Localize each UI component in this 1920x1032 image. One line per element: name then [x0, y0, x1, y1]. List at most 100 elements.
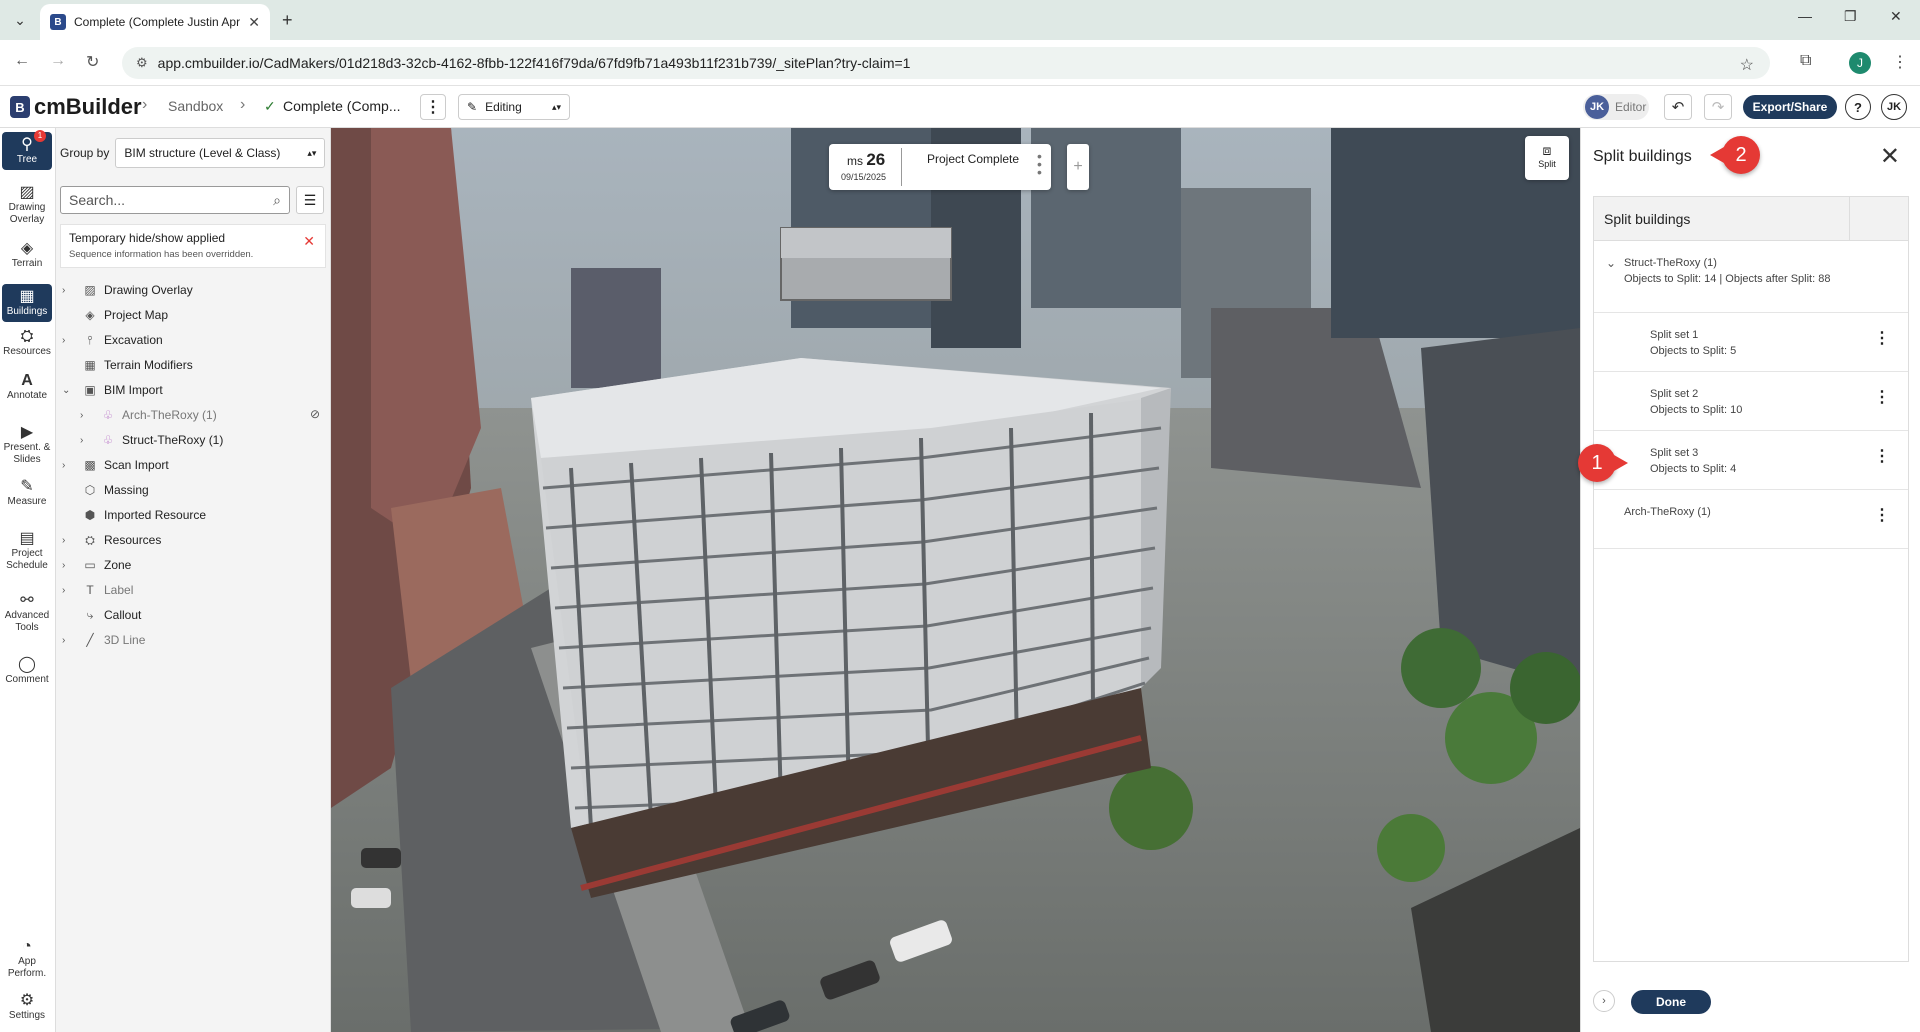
rail-presentation[interactable]: ▶ Present. & Slides [2, 424, 52, 466]
bookmark-star-icon[interactable]: ☆ [1740, 55, 1754, 75]
split-group-arch[interactable]: Arch-TheRoxy (1) ⋮ [1594, 490, 1908, 549]
search-input[interactable]: Search... ⌕ [60, 186, 290, 214]
browser-menu-icon[interactable]: ⋮ [1892, 52, 1908, 72]
account-button[interactable]: JK [1881, 94, 1907, 120]
tree-item-drawing-overlay[interactable]: › ▨ Drawing Overlay [62, 280, 193, 300]
comment-icon: ◯ [18, 656, 36, 673]
chevron-right-icon[interactable]: › [62, 460, 76, 471]
user-role: Editor [1615, 100, 1647, 114]
close-tab-icon[interactable]: ✕ [248, 14, 260, 31]
callout-marker-1: 1 [1578, 444, 1628, 482]
more-vertical-icon[interactable]: ⋮ [1874, 449, 1890, 465]
tree-item-bim-import[interactable]: ⌄ ▣ BIM Import [62, 380, 163, 400]
split-set-row[interactable]: Split set 3 Objects to Split: 4 ⋮ [1594, 431, 1908, 490]
more-vertical-icon[interactable]: ⋮ [1874, 390, 1890, 406]
tree-item-project-map[interactable]: ◈ Project Map [62, 305, 168, 325]
rail-annotate[interactable]: A Annotate [2, 372, 52, 402]
browser-tab[interactable]: B Complete (Complete Justin Apr ✕ [40, 4, 270, 40]
hidden-visibility-icon[interactable]: ⊘ [310, 407, 320, 421]
split-set-row[interactable]: Split set 1 Objects to Split: 5 ⋮ [1594, 313, 1908, 372]
clear-override-icon[interactable]: ✕ [303, 233, 315, 250]
project-menu-button[interactable]: ⋮ [420, 94, 446, 120]
group-by-select[interactable]: BIM structure (Level & Class) ▴▾ [115, 138, 326, 168]
tree-item-label[interactable]: › T Label [62, 580, 133, 600]
tree-item-zone[interactable]: › ▭ Zone [62, 555, 131, 575]
pencil-icon: ✎ [467, 100, 478, 114]
forward-icon[interactable]: → [50, 52, 66, 70]
split-group-struct[interactable]: ⌄ Struct-TheRoxy (1) Objects to Split: 1… [1594, 241, 1908, 313]
chevron-right-icon[interactable]: › [62, 560, 76, 571]
rail-tree[interactable]: ⚲ Tree 1 [2, 130, 52, 170]
mode-label: Editing [485, 100, 522, 114]
tree-item-label: Project Map [104, 308, 169, 322]
back-icon[interactable]: ← [14, 52, 30, 70]
chevron-down-icon[interactable]: ⌄ [62, 385, 76, 396]
tree-item-3d-line[interactable]: › ╱ 3D Line [62, 630, 145, 650]
chevron-right-icon[interactable]: › [80, 435, 94, 446]
restore-icon[interactable]: ❐ [1844, 8, 1857, 25]
address-bar[interactable]: ⚙ app.cmbuilder.io/CadMakers/01d218d3-32… [122, 47, 1770, 79]
split-set-detail: Objects to Split: 4 [1650, 463, 1737, 475]
chevron-right-icon[interactable]: › [62, 535, 76, 546]
chevron-right-icon[interactable]: › [62, 585, 76, 596]
more-vertical-icon[interactable]: • • • [1037, 149, 1042, 179]
rail-measure[interactable]: ✎ Measure [2, 478, 52, 508]
tree-item-struct-theroxy[interactable]: › ♧ Struct-TheRoxy (1) [80, 430, 223, 450]
sequence-milestone-card[interactable]: ms 26 09/15/2025 Project Complete • • • [829, 144, 1051, 190]
tree-item-excavation[interactable]: › ⫯ Excavation [62, 330, 163, 350]
site-info-icon[interactable]: ⚙ [136, 55, 148, 71]
chevron-right-icon[interactable]: › [62, 335, 76, 346]
chevron-down-icon[interactable]: ⌄ [1606, 255, 1616, 271]
close-icon[interactable]: ✕ [1880, 142, 1900, 171]
done-button[interactable]: Done [1631, 990, 1711, 1014]
breadcrumb-current[interactable]: Complete (Comp... [283, 98, 400, 114]
filter-list-button[interactable]: ☰ [296, 186, 324, 214]
new-tab-icon[interactable]: + [282, 10, 293, 31]
more-vertical-icon[interactable]: ⋮ [1874, 508, 1890, 524]
user-presence[interactable]: JK Editor [1583, 94, 1649, 120]
more-vertical-icon[interactable]: ⋮ [1874, 331, 1890, 347]
tab-search-chevron-icon[interactable]: ⌄ [8, 8, 32, 32]
breadcrumb-sandbox[interactable]: Sandbox [168, 98, 223, 114]
tree-item-imported-resource[interactable]: ⬢ Imported Resource [62, 505, 206, 525]
rail-drawing-overlay[interactable]: ▨ Drawing Overlay [2, 184, 52, 226]
export-share-button[interactable]: Export/Share [1743, 95, 1837, 119]
tree-item-terrain-modifiers[interactable]: ▦ Terrain Modifiers [62, 355, 192, 375]
mode-select[interactable]: ✎ Editing ▴▾ [458, 94, 570, 120]
rail-app-performance[interactable]: ◔ App Perform. [2, 938, 52, 980]
add-milestone-button[interactable]: + [1067, 144, 1089, 190]
rail-comment[interactable]: ◯ Comment [2, 656, 52, 686]
tree-item-resources[interactable]: › ⛭ Resources [62, 530, 161, 550]
chevron-right-icon[interactable]: › [62, 635, 76, 646]
rail-buildings[interactable]: ▦ Buildings [2, 284, 52, 322]
close-window-icon[interactable]: ✕ [1890, 8, 1902, 25]
tree-item-arch-theroxy[interactable]: › ♧ Arch-TheRoxy (1) [80, 405, 217, 425]
profile-avatar[interactable]: J [1849, 52, 1871, 74]
split-set-row[interactable]: Split set 2 Objects to Split: 10 ⋮ [1594, 372, 1908, 431]
breadcrumb-separator-icon: › [142, 96, 148, 113]
minimize-icon[interactable]: — [1798, 8, 1812, 24]
3d-viewport[interactable]: ms 26 09/15/2025 Project Complete • • • + … [331, 128, 1580, 1032]
tree-item-scan-import[interactable]: › ▩ Scan Import [62, 455, 169, 475]
tree-item-callout[interactable]: ⤷ Callout [62, 605, 142, 625]
tree-item-massing[interactable]: ⬡ Massing [62, 480, 149, 500]
reload-icon[interactable]: ↻ [86, 52, 99, 72]
app-logo[interactable]: B cmBuilder [10, 94, 142, 120]
rail-resources[interactable]: ⛭ Resources [2, 328, 52, 358]
expand-chevron-icon[interactable]: › [1593, 990, 1615, 1012]
extensions-icon[interactable]: ⧉ [1800, 52, 1811, 70]
tools-icon: ⚯ [20, 592, 34, 609]
chevron-right-icon[interactable]: › [80, 410, 94, 421]
rail-terrain[interactable]: ◈ Terrain [2, 240, 52, 270]
rail-project-schedule[interactable]: ▤ Project Schedule [2, 530, 52, 572]
rail-advanced-tools[interactable]: ⚯ Advanced Tools [2, 592, 52, 634]
split-set-name: Split set 1 [1650, 329, 1699, 341]
help-button[interactable]: ? [1845, 94, 1871, 120]
undo-button[interactable]: ↶ [1664, 94, 1692, 120]
chevron-right-icon[interactable]: › [62, 285, 76, 296]
presentation-icon: ▶ [20, 424, 34, 441]
split-tool-button[interactable]: ⧈ Split [1525, 136, 1569, 180]
rail-settings[interactable]: ⚙ Settings [2, 992, 52, 1022]
model-icon: ♧ [102, 408, 114, 422]
redo-button[interactable]: ↷ [1704, 94, 1732, 120]
